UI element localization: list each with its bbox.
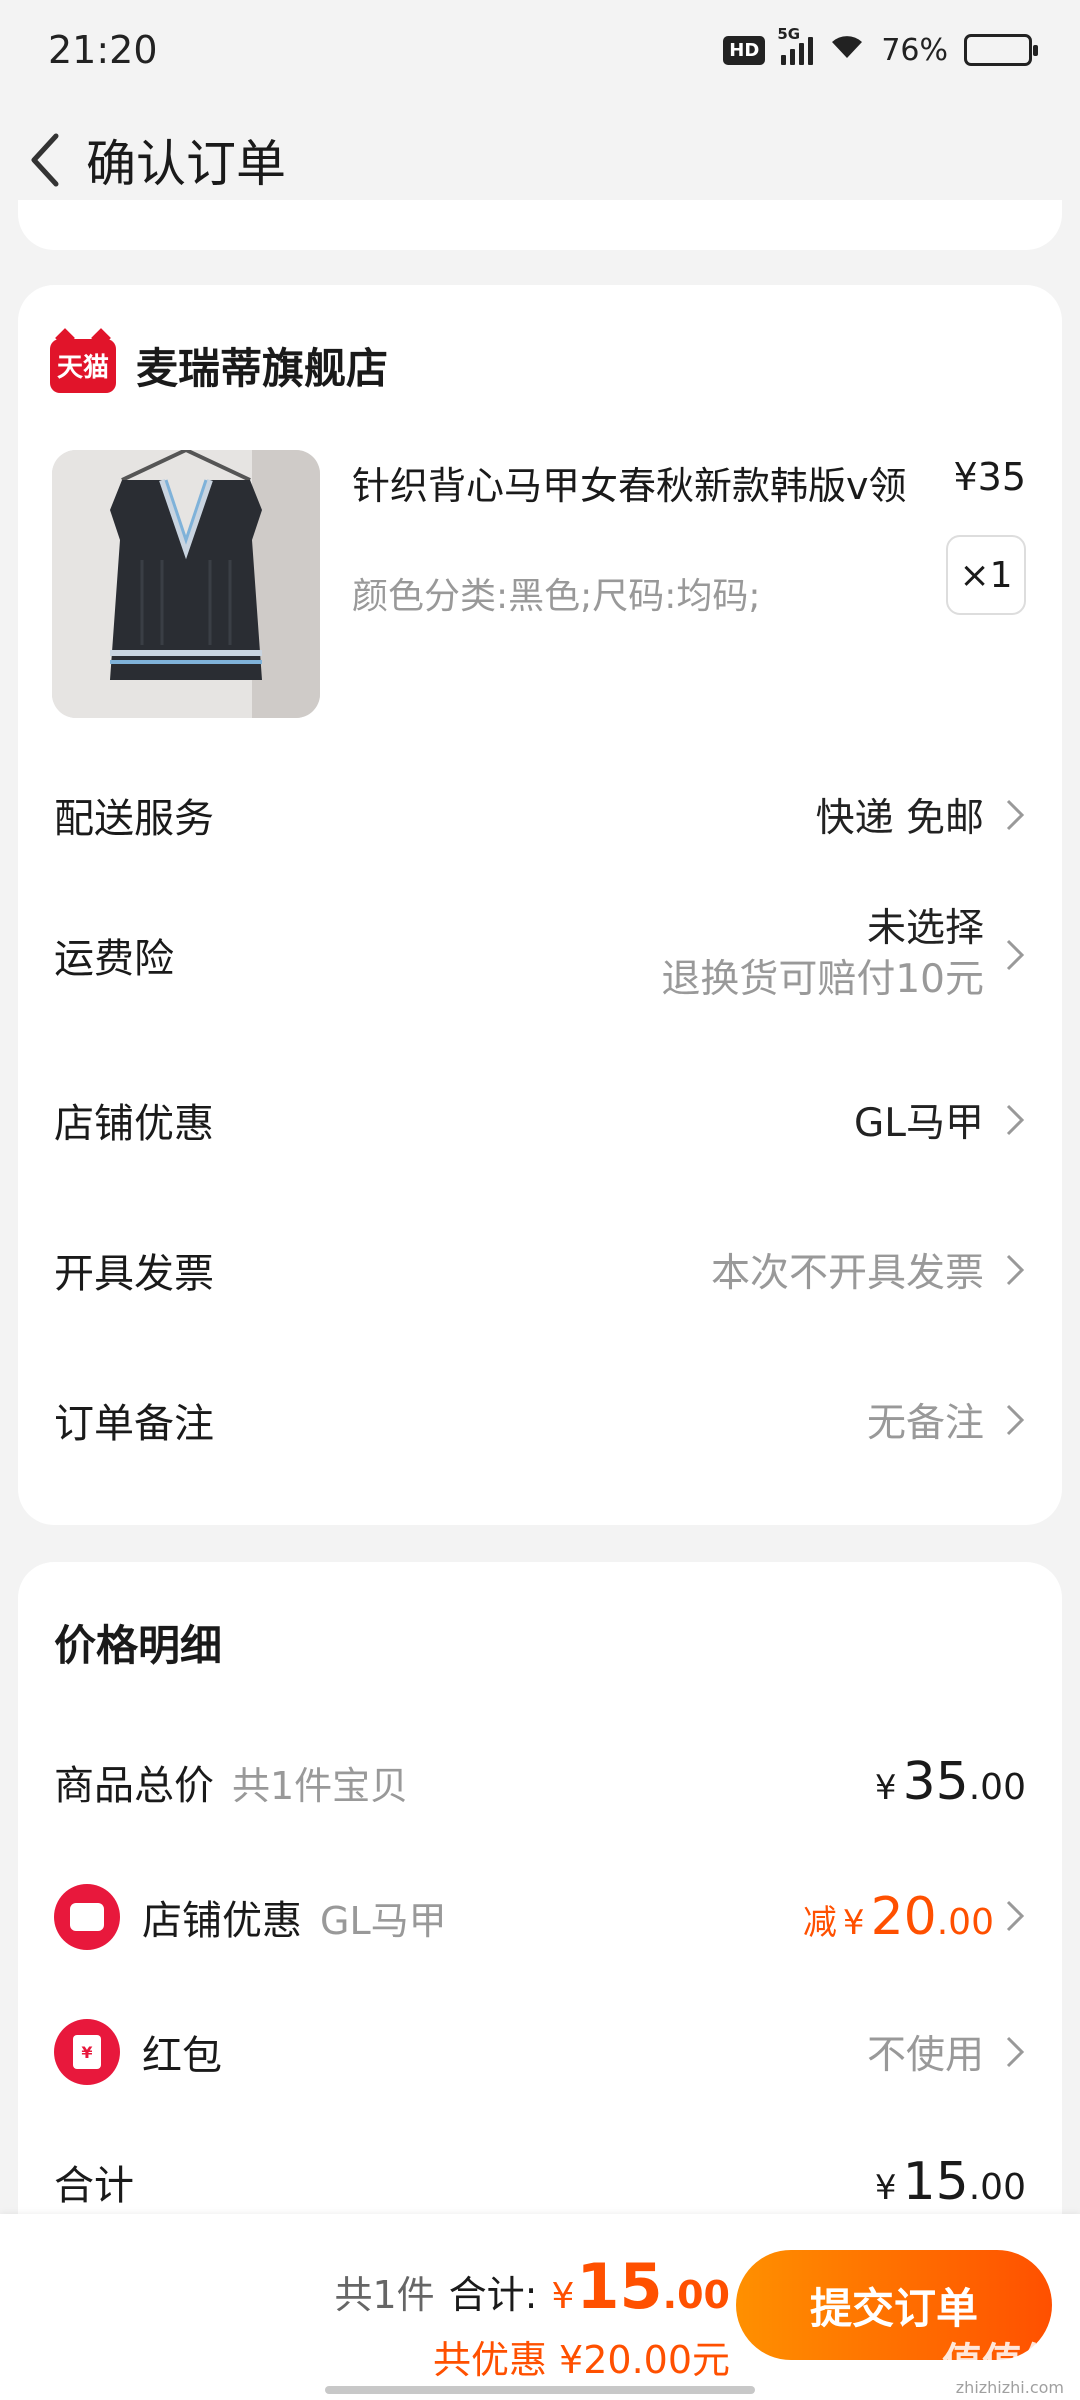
quantity-stepper[interactable]: ×1 — [946, 535, 1026, 615]
watermark-url: zhizhizhi.com — [955, 2378, 1064, 2397]
order-card: 天猫 麦瑞蒂旗舰店 针织背心马甲女春秋新款韩版v领 ¥35 颜色分类:黑色;尺码… — [18, 285, 1062, 1525]
status-bar: 21:20 HD 5G 76% — [0, 0, 1080, 100]
invoice-label: 开具发票 — [54, 1251, 214, 1297]
cellular-signal-icon: 5G — [777, 25, 814, 65]
home-indicator[interactable] — [325, 2386, 755, 2394]
product-price: ¥35 — [953, 455, 1026, 499]
product-title[interactable]: 针织背心马甲女春秋新款韩版v领 — [352, 455, 907, 510]
page-title: 确认订单 — [86, 135, 286, 193]
hd-icon: HD — [723, 35, 766, 65]
red-packet-row[interactable]: ¥ 红包 不使用 — [18, 2002, 1062, 2102]
goods-total-label: 商品总价 — [54, 1763, 214, 1809]
item-count: 共1件 — [334, 2273, 435, 2317]
chevron-right-icon — [1004, 1102, 1026, 1138]
chevron-right-icon — [1004, 1402, 1026, 1438]
status-indicators: HD 5G 76% — [723, 25, 1038, 68]
checkout-total: ¥ 15 .00 — [551, 2250, 730, 2323]
battery-icon — [964, 34, 1038, 66]
shop-discount-label: 店铺优惠 — [54, 1101, 214, 1147]
red-packet-value: 不使用 — [866, 2033, 984, 2078]
back-icon[interactable] — [6, 110, 86, 210]
price-detail-heading: 价格明细 — [54, 1621, 223, 1670]
shipping-insurance-row[interactable]: 运费险 未选择 退换货可赔付10元 — [18, 875, 1062, 1035]
product-sku: 颜色分类:黑色;尺码:均码; — [352, 576, 761, 617]
checkout-summary: 共1件 合计: ¥ 15 .00 共优惠 ¥20.00元 — [334, 2250, 730, 2384]
shop-discount-row[interactable]: 店铺优惠 GL马甲 — [18, 1060, 1062, 1180]
delivery-row[interactable]: 配送服务 快递 免邮 — [18, 755, 1062, 875]
shop-header[interactable]: 天猫 麦瑞蒂旗舰店 — [50, 335, 388, 396]
red-packet-icon: ¥ — [54, 2019, 120, 2085]
total-saving: 共优惠 ¥20.00元 — [432, 2338, 730, 2382]
insurance-label: 运费险 — [54, 936, 174, 982]
chevron-right-icon — [1004, 1252, 1026, 1288]
chevron-right-icon — [1004, 797, 1026, 833]
remark-label: 订单备注 — [54, 1401, 214, 1447]
address-card-remnant — [18, 200, 1062, 250]
red-packet-label: 红包 — [142, 2033, 222, 2079]
network-type: 5G — [777, 25, 801, 43]
shop-discount-detail-name: GL马甲 — [320, 1898, 447, 1943]
chevron-right-icon — [1004, 2034, 1026, 2070]
nav-header: 确认订单 — [0, 110, 1080, 210]
chevron-right-icon — [1004, 1898, 1026, 1934]
insurance-value: 未选择 — [866, 906, 984, 952]
order-remark-row[interactable]: 订单备注 无备注 — [18, 1360, 1062, 1480]
product-image[interactable] — [52, 450, 320, 718]
shop-name: 麦瑞蒂旗舰店 — [136, 344, 389, 393]
invoice-row[interactable]: 开具发票 本次不开具发票 — [18, 1210, 1062, 1330]
shop-discount-value: GL马甲 — [854, 1101, 984, 1146]
remark-value: 无备注 — [866, 1401, 984, 1446]
battery-percent: 76% — [881, 32, 948, 68]
shop-discount-detail-row[interactable]: 店铺优惠 GL马甲 减 ¥ 20 .00 — [18, 1867, 1062, 1967]
shop-discount-detail-label: 店铺优惠 — [142, 1898, 302, 1944]
goods-total-amount: ¥ 35 .00 — [874, 1752, 1026, 1812]
shop-discount-amount: 减 ¥ 20 .00 — [803, 1887, 1026, 1947]
tmall-logo: 天猫 — [50, 338, 116, 393]
checkout-bar: 共1件 合计: ¥ 15 .00 共优惠 ¥20.00元 提交订单 — [0, 2214, 1080, 2400]
status-time: 21:20 — [48, 28, 158, 72]
wifi-icon — [829, 32, 865, 68]
insurance-note: 退换货可赔付10元 — [661, 957, 984, 1002]
delivery-label: 配送服务 — [54, 796, 214, 842]
chevron-right-icon — [1004, 937, 1026, 973]
shop-icon — [54, 1884, 120, 1950]
goods-total-count: 共1件宝贝 — [232, 1763, 409, 1808]
delivery-value: 快递 免邮 — [815, 796, 984, 841]
goods-total-row: 商品总价 共1件宝贝 ¥ 35 .00 — [18, 1732, 1062, 1832]
total-amount: ¥ 15 .00 — [874, 2152, 1026, 2212]
total-label: 合计 — [54, 2163, 134, 2209]
invoice-value: 本次不开具发票 — [710, 1251, 984, 1296]
total-label: 合计: — [448, 2273, 538, 2317]
